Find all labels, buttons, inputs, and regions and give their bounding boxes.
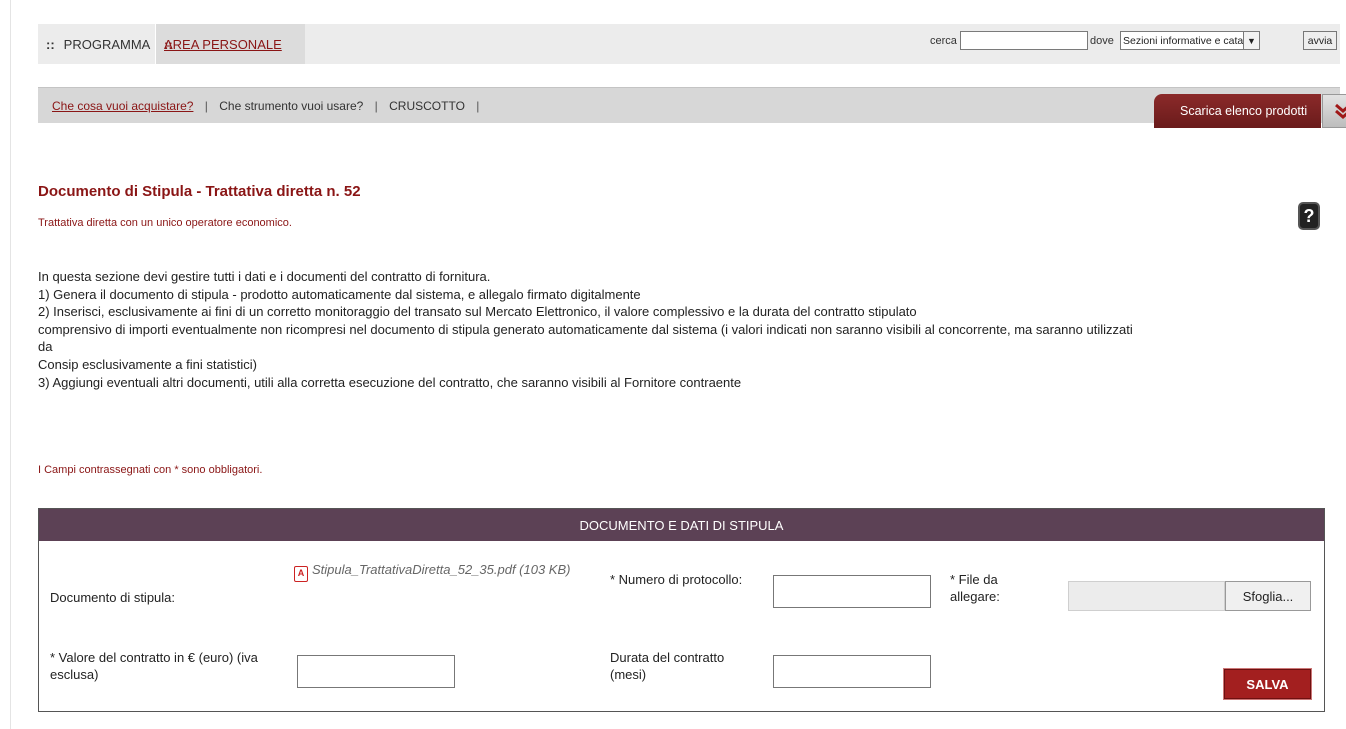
search-scope-label: dove: [1090, 35, 1114, 47]
pdf-icon: A: [294, 566, 308, 582]
tab-area-personale[interactable]: :: AREA PERSONALE: [155, 24, 305, 64]
sub-nav: Che cosa vuoi acquistare? | Che strument…: [38, 87, 1346, 128]
subnav-link-strumento[interactable]: Che strumento vuoi usare?: [219, 99, 363, 113]
instruction-line: 1) Genera il documento di stipula - prod…: [38, 286, 641, 302]
expand-chevron-icon[interactable]: [1322, 94, 1346, 128]
tab-programma[interactable]: :: PROGRAMMA: [38, 24, 154, 64]
help-icon[interactable]: ?: [1298, 202, 1320, 230]
file-allegare-label: * File da allegare:: [950, 572, 1000, 604]
instruction-line: 3) Aggiungi eventuali altri documenti, u…: [38, 374, 742, 390]
documento-label: Documento di stipula:: [50, 590, 176, 605]
search-go-button[interactable]: avvia: [1303, 31, 1337, 50]
tab-programma-label: PROGRAMMA: [63, 36, 151, 52]
tab-bullet: ::: [46, 36, 55, 52]
instruction-line: comprensivo di importi eventualmente non…: [38, 321, 1133, 337]
durata-contratto-label: Durata del contratto (mesi): [610, 650, 725, 682]
file-path-box[interactable]: [1068, 581, 1225, 611]
stipula-file-name: Stipula_TrattativaDiretta_52_35.pdf (103…: [312, 562, 571, 577]
numero-protocollo-label: * Numero di protocollo:: [610, 572, 743, 587]
subnav-links: Che cosa vuoi acquistare? | Che strument…: [52, 99, 487, 113]
instruction-line: Consip esclusivamente a fini statistici): [38, 356, 257, 372]
stipula-file-link[interactable]: A Stipula_TrattativaDiretta_52_35.pdf (10…: [294, 561, 604, 582]
double-chevron-down-icon: [1335, 103, 1346, 119]
instruction-line: In questa sezione devi gestire tutti i d…: [38, 269, 491, 284]
instruction-line: 2) Inserisci, esclusivamente ai fini di …: [38, 304, 917, 320]
page-left-rule: [10, 0, 11, 729]
instruction-line: da: [38, 339, 53, 355]
form-header: DOCUMENTO E DATI DI STIPULA: [39, 509, 1324, 541]
subnav-link-cruscotto[interactable]: CRUSCOTTO: [389, 99, 465, 113]
required-fields-note: I Campi contrassegnati con * sono obblig…: [38, 464, 263, 476]
search-scope-value: Sezioni informative e catalogo: [1123, 34, 1243, 47]
search-input[interactable]: [960, 31, 1088, 50]
subnav-link-acquistare[interactable]: Che cosa vuoi acquistare?: [52, 99, 193, 113]
durata-contratto-field[interactable]: [773, 655, 931, 688]
subnav-separator: |: [204, 99, 208, 113]
browse-button[interactable]: Sfoglia...: [1225, 581, 1311, 611]
save-button[interactable]: SALVA: [1223, 668, 1312, 700]
page-title: Documento di Stipula - Trattativa dirett…: [38, 183, 361, 200]
search-label: cerca: [930, 35, 957, 47]
download-products-button[interactable]: Scarica elenco prodotti: [1154, 94, 1321, 128]
page-subtitle: Trattativa diretta con un unico operator…: [38, 217, 292, 229]
numero-protocollo-field[interactable]: [773, 575, 931, 608]
tab-area-personale-label: AREA PERSONALE: [164, 36, 282, 52]
valore-contratto-label: * Valore del contratto in € (euro) (iva …: [50, 650, 258, 682]
top-nav: :: PROGRAMMA :: AREA PERSONALE cerca dov…: [38, 24, 1340, 64]
chevron-down-icon: ▼: [1243, 32, 1259, 49]
instructions: In questa sezione devi gestire tutti i d…: [38, 268, 1338, 391]
stipula-form: DOCUMENTO E DATI DI STIPULA Documento di…: [38, 508, 1325, 712]
subnav-separator: |: [476, 99, 480, 113]
valore-contratto-field[interactable]: [297, 655, 455, 688]
subnav-separator: |: [374, 99, 378, 113]
search-scope-select[interactable]: Sezioni informative e catalogo ▼: [1120, 31, 1260, 50]
